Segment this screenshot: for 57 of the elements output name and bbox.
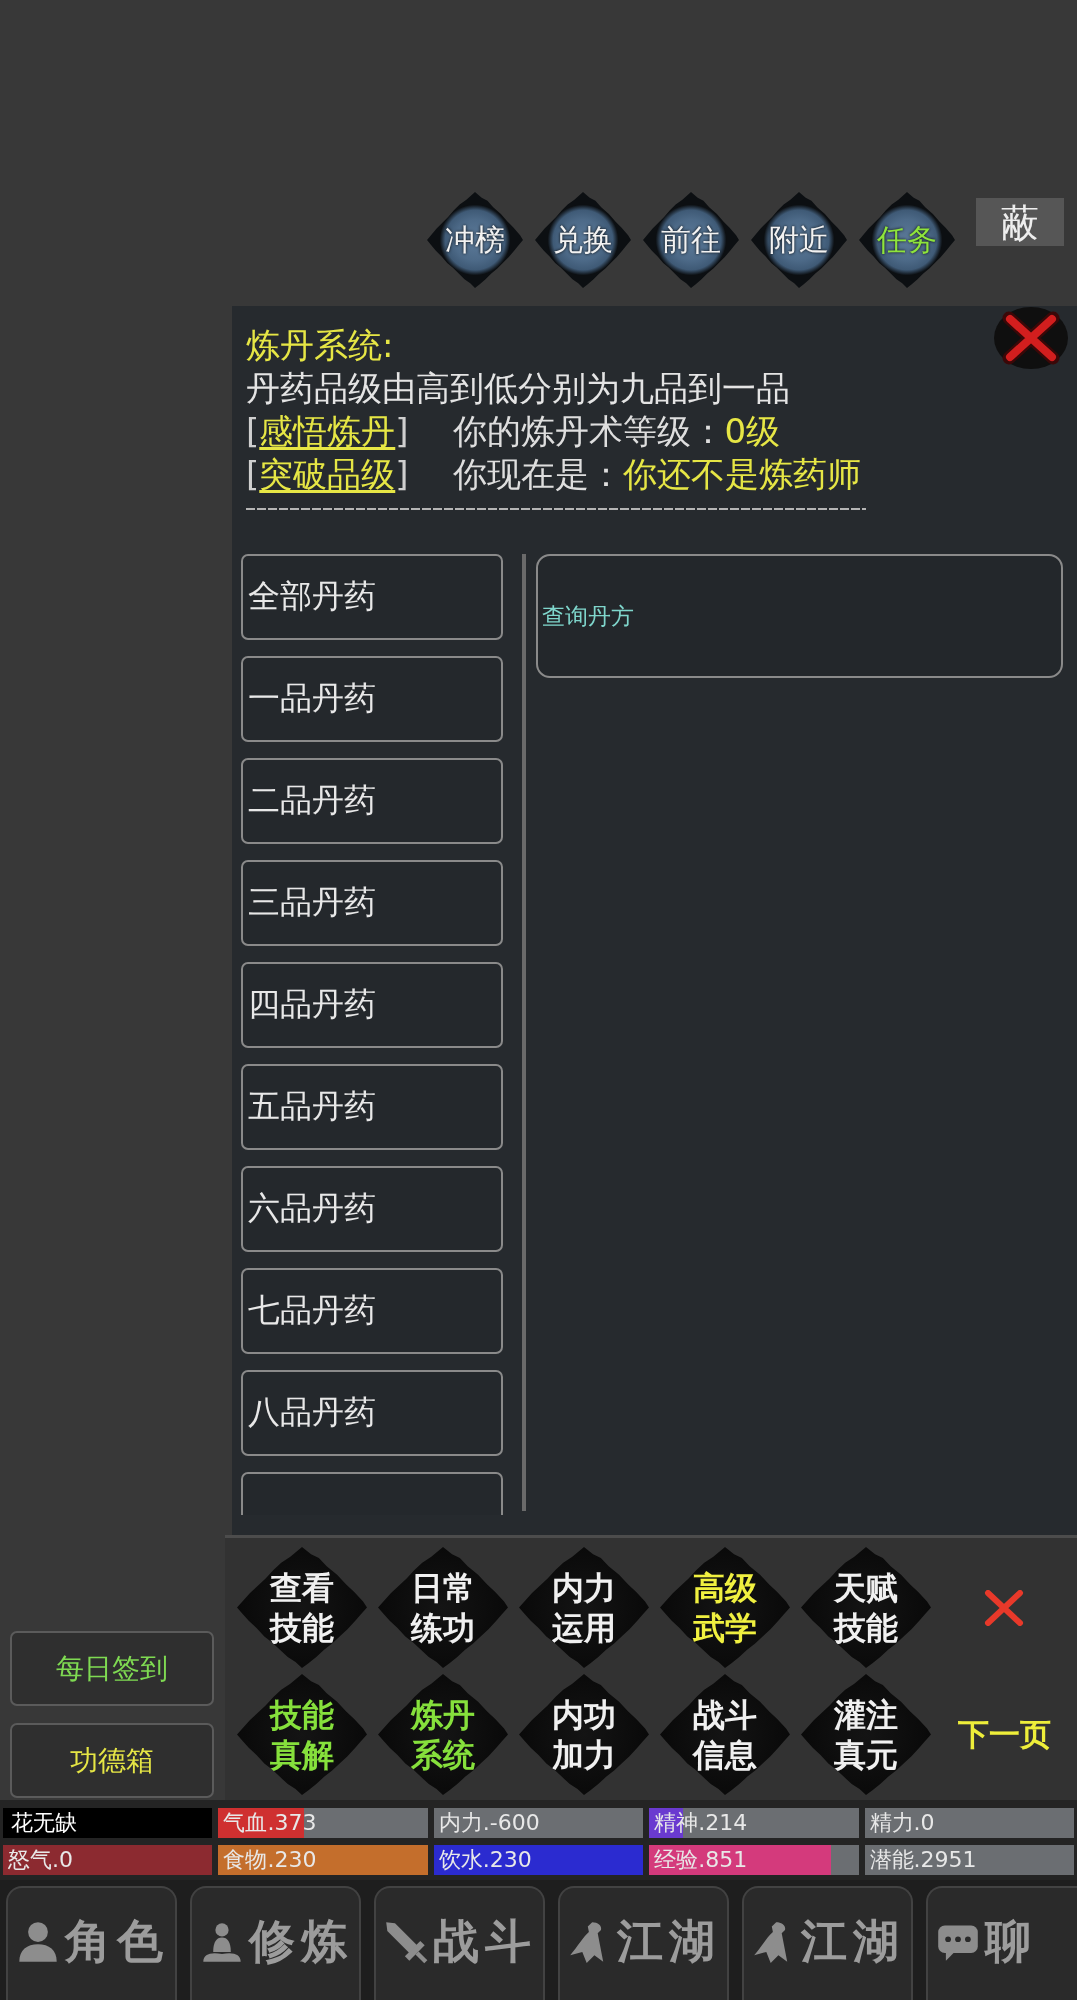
- stat-label: 经验.851: [653, 1846, 749, 1874]
- diamond-button[interactable]: 兑换: [535, 192, 631, 288]
- close-button[interactable]: [993, 306, 1069, 370]
- category-button[interactable]: 一品丹药: [241, 656, 503, 742]
- stat-label: 怒气.0: [7, 1846, 74, 1874]
- side-button[interactable]: 每日签到: [10, 1631, 214, 1706]
- close-icon: [993, 306, 1069, 370]
- link[interactable]: [感悟炼丹]: [246, 410, 409, 453]
- person-icon: [16, 1920, 60, 1964]
- hide-button[interactable]: 蔽: [976, 198, 1064, 246]
- nav-tab[interactable]: 战斗: [374, 1886, 545, 2000]
- skill-button[interactable]: 高级武学: [660, 1547, 790, 1668]
- skill-button[interactable]: 战斗信息: [660, 1674, 790, 1795]
- stat-label: 饮水.230: [437, 1846, 533, 1874]
- info-value: 0级: [724, 410, 781, 453]
- panel-title: 炼丹系统:: [246, 324, 395, 367]
- link[interactable]: [突破品级]: [246, 453, 409, 496]
- info-label: 你现在是：: [452, 453, 623, 496]
- nav-tab[interactable]: 角色: [6, 1886, 177, 2000]
- category-button[interactable]: 八品丹药: [241, 1370, 503, 1456]
- category-button[interactable]: 五品丹药: [241, 1064, 503, 1150]
- close-icon: [984, 1589, 1024, 1626]
- skill-button[interactable]: 内功加力: [519, 1674, 649, 1795]
- stat-label: 食物.230: [222, 1846, 318, 1874]
- diamond-button[interactable]: 冲榜: [427, 192, 523, 288]
- description-text: 丹药品级由高到低分别为九品到一品: [246, 367, 791, 410]
- side-button[interactable]: 功德箱: [10, 1723, 214, 1798]
- diamond-button[interactable]: 附近: [751, 192, 847, 288]
- player-name: 花无缺: [3, 1808, 213, 1838]
- skill-button[interactable]: 内力运用: [519, 1547, 649, 1668]
- recipe-query-button[interactable]: 查询丹方: [536, 554, 1063, 678]
- skill-button[interactable]: 炼丹系统: [378, 1674, 508, 1795]
- category-button[interactable]: 四品丹药: [241, 962, 503, 1048]
- category-button[interactable]: 二品丹药: [241, 758, 503, 844]
- info-value: 你还不是炼药师: [622, 453, 861, 496]
- stat-label: 内力.-600: [437, 1809, 541, 1837]
- sword-icon: [384, 1920, 428, 1964]
- stat-label: 气血.373: [222, 1809, 318, 1837]
- skill-button[interactable]: 技能真解: [237, 1674, 367, 1795]
- stat-label: 精力.0: [868, 1809, 936, 1837]
- category-button[interactable]: 六品丹药: [241, 1166, 503, 1252]
- skill-button[interactable]: 天赋技能: [801, 1547, 931, 1668]
- skill-button[interactable]: 灌注真元: [801, 1674, 931, 1795]
- stat-label: 潜能.2951: [868, 1846, 978, 1874]
- skill-button[interactable]: 查看技能: [237, 1547, 367, 1668]
- diamond-button[interactable]: 前往: [643, 192, 739, 288]
- nav-tab[interactable]: 江湖: [742, 1886, 913, 2000]
- nav-tab[interactable]: 修炼: [190, 1886, 361, 2000]
- category-button[interactable]: 全部丹药: [241, 554, 503, 640]
- skill-button[interactable]: 日常练功: [378, 1547, 508, 1668]
- info-label: 你的炼丹术等级：: [452, 410, 725, 453]
- nav-tab[interactable]: 江湖: [558, 1886, 729, 2000]
- meditation-icon: [200, 1920, 244, 1964]
- nav-tab[interactable]: 聊: [926, 1886, 1077, 2000]
- category-button[interactable]: 三品丹药: [241, 860, 503, 946]
- category-button[interactable]: 七品丹药: [241, 1268, 503, 1354]
- next-page-button[interactable]: 下一页: [957, 1713, 1051, 1756]
